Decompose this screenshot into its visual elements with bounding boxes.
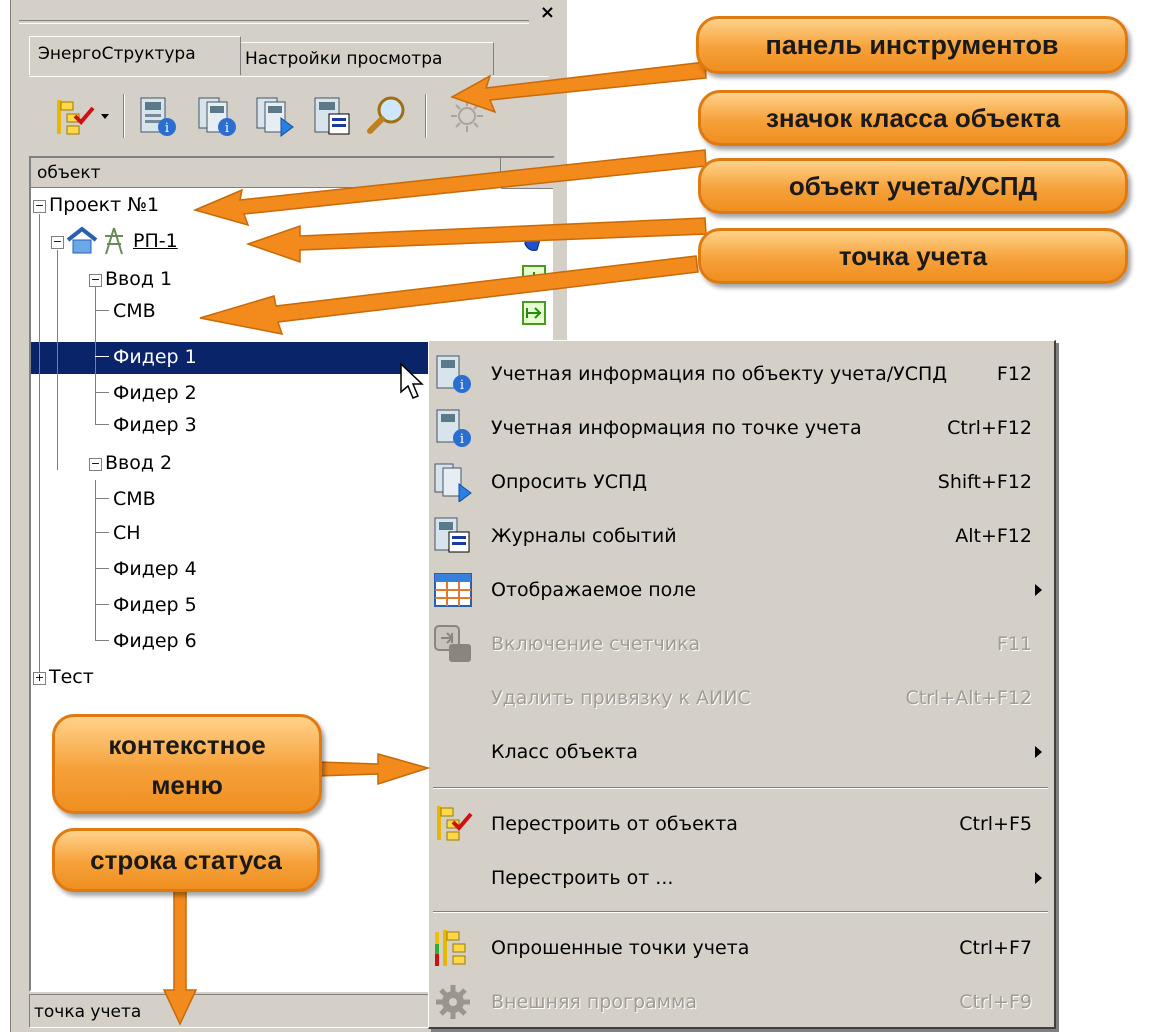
callout-line: контекстное (108, 730, 266, 760)
callout-context-menu: контекстное меню (52, 714, 322, 814)
callout-status-bar: строка статуса (52, 828, 320, 892)
arrow-to-toolbar (450, 61, 707, 114)
callout-line: меню (151, 770, 223, 800)
arrow-to-class-icon (192, 149, 707, 227)
callout-object: объект учета/УСПД (698, 158, 1128, 214)
callout-toolbar: панель инструментов (696, 16, 1128, 74)
arrow-to-status-bar (162, 879, 198, 1026)
arrow-to-context-menu (317, 753, 431, 786)
arrow-to-point (199, 255, 699, 335)
callout-point: точка учета (698, 228, 1128, 284)
arrow-to-object (245, 217, 707, 264)
tab-energo-structure[interactable]: ЭнергоСтруктура (29, 36, 241, 75)
callout-class-icon: значок класса объекта (698, 90, 1128, 146)
